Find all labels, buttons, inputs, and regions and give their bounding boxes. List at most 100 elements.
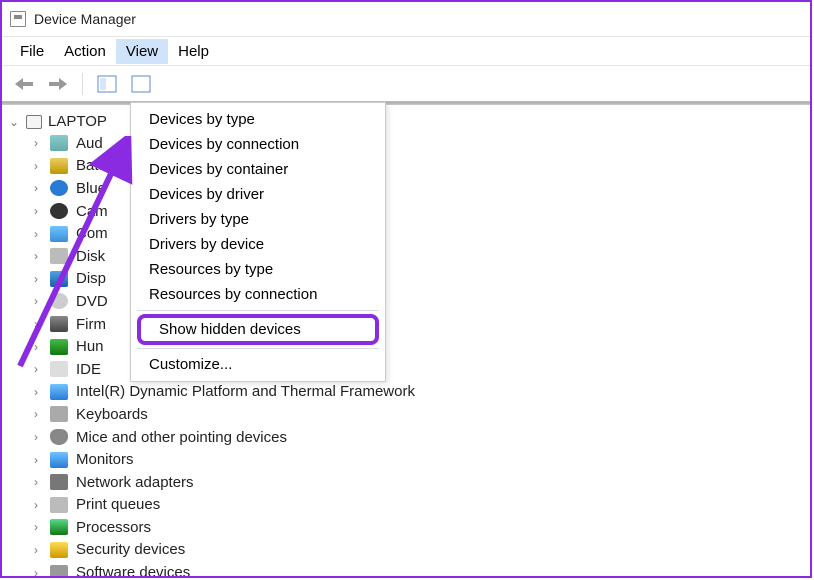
tree-node[interactable]: › DVD xyxy=(8,290,810,313)
chevron-right-icon: › xyxy=(30,363,42,375)
forward-button[interactable] xyxy=(44,70,72,98)
chevron-right-icon: › xyxy=(30,250,42,262)
chevron-right-icon: › xyxy=(30,182,42,194)
menu-item[interactable]: Drivers by type xyxy=(131,207,385,232)
device-icon xyxy=(50,339,68,355)
chevron-right-icon: › xyxy=(30,273,42,285)
tree-root[interactable]: ⌄ LAPTOP xyxy=(8,111,810,132)
tree-node-label: Processors xyxy=(76,519,151,536)
view-menu-dropdown: Devices by typeDevices by connectionDevi… xyxy=(130,102,386,382)
tree-node[interactable]: › Monitors xyxy=(8,448,810,471)
device-icon xyxy=(50,429,68,445)
menu-item[interactable]: Devices by container xyxy=(131,157,385,182)
tree-node[interactable]: ›Batt xyxy=(8,155,810,178)
chevron-right-icon: › xyxy=(30,544,42,556)
tree-node-label: Firm xyxy=(76,316,106,333)
chevron-right-icon: › xyxy=(30,386,42,398)
tree-node[interactable]: ›Mice and other pointing devices xyxy=(8,426,810,449)
chevron-right-icon: › xyxy=(30,567,42,576)
tree-node[interactable]: › Disk xyxy=(8,245,810,268)
tree-node-label: Disk xyxy=(76,248,105,265)
tree-node-label: Hun xyxy=(76,338,104,355)
chevron-right-icon: › xyxy=(30,137,42,149)
menu-help[interactable]: Help xyxy=(168,39,219,64)
tree-node[interactable]: › Blue xyxy=(8,177,810,200)
tree-node[interactable]: › Hun xyxy=(8,335,810,358)
menu-item[interactable]: Show hidden devices xyxy=(155,319,361,340)
tree-node[interactable]: ›Cam xyxy=(8,200,810,223)
chevron-right-icon: › xyxy=(30,295,42,307)
menu-file[interactable]: File xyxy=(10,39,54,64)
annotation-highlight: Show hidden devices xyxy=(137,314,379,345)
tree-node-label: IDE xyxy=(76,361,101,378)
menu-action[interactable]: Action xyxy=(54,39,116,64)
device-icon xyxy=(50,406,68,422)
device-manager-window: Device Manager File Action View Help ⌄ L… xyxy=(0,0,812,578)
computer-icon xyxy=(26,115,42,129)
tree-node[interactable]: › Print queues xyxy=(8,494,810,517)
root-label: LAPTOP xyxy=(48,113,107,130)
menu-item[interactable]: Drivers by device xyxy=(131,232,385,257)
back-button[interactable] xyxy=(10,70,38,98)
tree-node-label: Cam xyxy=(76,203,108,220)
tree-node-label: Aud xyxy=(76,135,103,152)
tree-node-label: Com xyxy=(76,225,108,242)
device-icon xyxy=(50,452,68,468)
device-icon xyxy=(50,158,68,174)
window-titlebar: Device Manager xyxy=(2,2,810,36)
chevron-right-icon: › xyxy=(30,521,42,533)
tree-node-label: Print queues xyxy=(76,496,160,513)
menu-item[interactable]: Resources by type xyxy=(131,257,385,282)
tree-node-label: Blue xyxy=(76,180,106,197)
device-icon xyxy=(50,271,68,287)
device-icon xyxy=(50,519,68,535)
tree-node[interactable]: › IDE xyxy=(8,358,810,381)
menu-view[interactable]: View xyxy=(116,39,168,64)
toolbar xyxy=(2,66,810,102)
tree-node[interactable]: › Intel(R) Dynamic Platform and Thermal F… xyxy=(8,381,810,404)
chevron-right-icon: › xyxy=(30,454,42,466)
tree-node[interactable]: › Firm xyxy=(8,313,810,336)
device-icon xyxy=(50,180,68,196)
menu-item[interactable]: Devices by driver xyxy=(131,182,385,207)
tree-node-label: Monitors xyxy=(76,451,134,468)
device-icon xyxy=(50,293,68,309)
help-button[interactable] xyxy=(127,70,155,98)
chevron-right-icon: › xyxy=(30,499,42,511)
menu-item[interactable]: Customize... xyxy=(131,352,385,377)
tree-node-label: Batt xyxy=(76,157,103,174)
tree-node-label: Intel(R) Dynamic Platform and Thermal Fr… xyxy=(76,383,415,400)
toolbar-separator xyxy=(82,73,83,95)
chevron-right-icon: › xyxy=(30,228,42,240)
device-icon xyxy=(50,361,68,377)
tree-node[interactable]: ›Network adapters xyxy=(8,471,810,494)
device-icon xyxy=(50,248,68,264)
tree-node[interactable]: › Com xyxy=(8,222,810,245)
chevron-right-icon: › xyxy=(30,408,42,420)
device-icon xyxy=(50,203,68,219)
tree-node-label: Disp xyxy=(76,270,106,287)
device-icon xyxy=(50,135,68,151)
properties-button[interactable] xyxy=(93,70,121,98)
menu-item[interactable]: Resources by connection xyxy=(131,282,385,307)
device-icon xyxy=(50,316,68,332)
menu-item[interactable]: Devices by connection xyxy=(131,132,385,157)
chevron-right-icon: › xyxy=(30,341,42,353)
tree-node[interactable]: ›Software devices xyxy=(8,561,810,576)
tree-node[interactable]: › Processors xyxy=(8,516,810,539)
chevron-down-icon: ⌄ xyxy=(8,116,20,128)
device-icon xyxy=(50,542,68,558)
tree-node[interactable]: ›Keyboards xyxy=(8,403,810,426)
device-tree: ⌄ LAPTOP ›Aud›Batt›Blue›Cam›Com›Disk›Dis… xyxy=(2,105,810,576)
tree-node[interactable]: › Aud xyxy=(8,132,810,155)
device-icon xyxy=(50,497,68,513)
chevron-right-icon: › xyxy=(30,476,42,488)
tree-node[interactable]: › Security devices xyxy=(8,539,810,562)
chevron-right-icon: › xyxy=(30,318,42,330)
tree-node-label: Security devices xyxy=(76,541,185,558)
app-icon xyxy=(10,11,26,27)
tree-node-label: DVD xyxy=(76,293,108,310)
menubar: File Action View Help xyxy=(2,36,810,66)
tree-node[interactable]: › Disp xyxy=(8,268,810,291)
menu-item[interactable]: Devices by type xyxy=(131,107,385,132)
